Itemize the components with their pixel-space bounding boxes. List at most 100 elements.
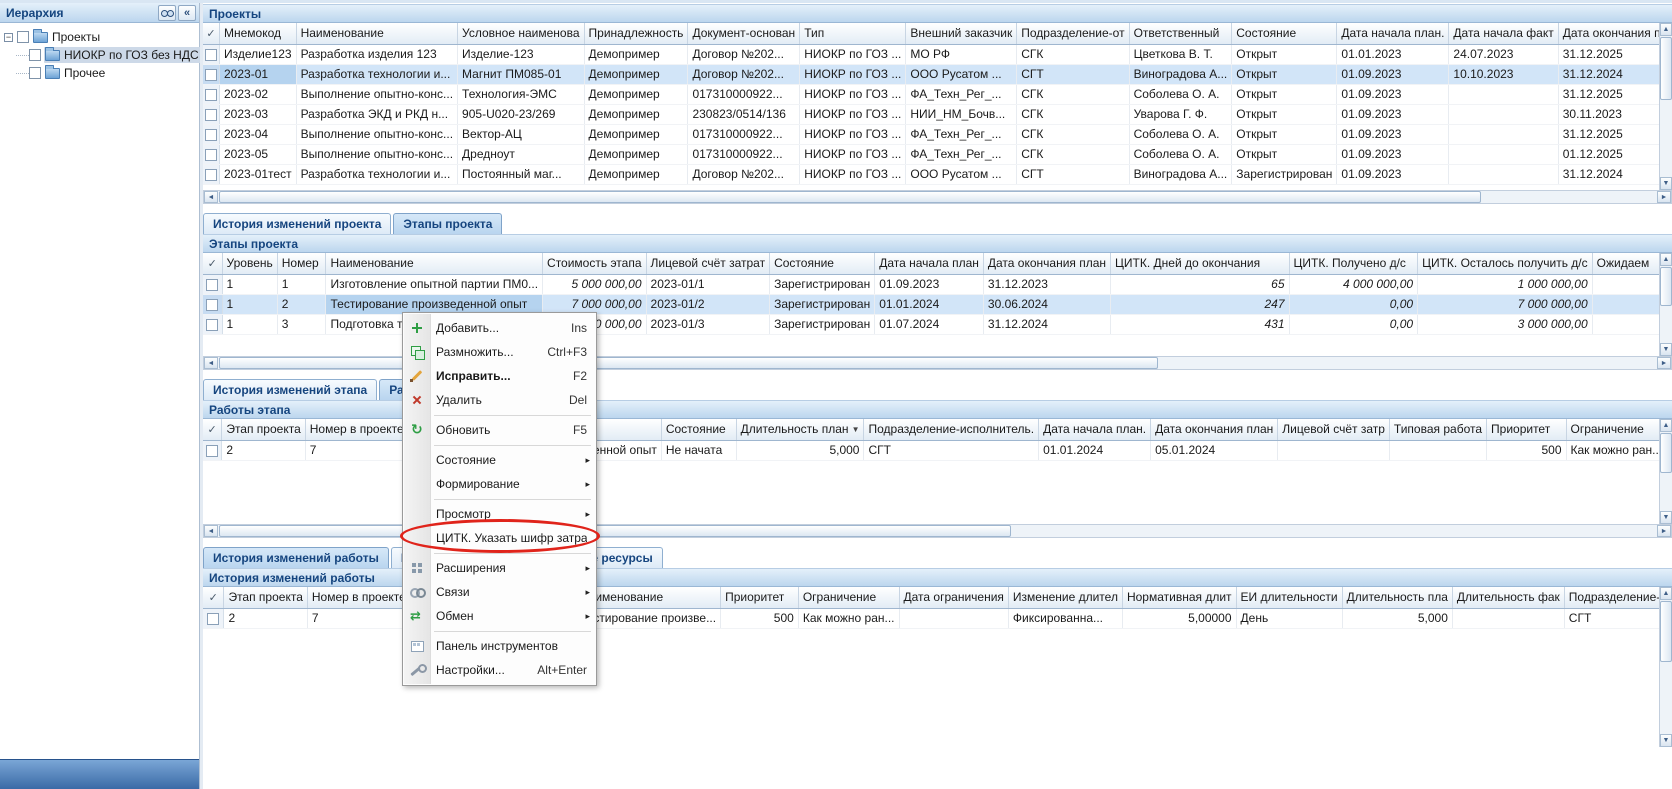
check-column-header[interactable]: ✓ (203, 23, 220, 44)
cell[interactable]: Изготовление опытной партии ПМ0... (326, 274, 543, 294)
row-checkbox-cell[interactable] (203, 84, 220, 104)
column-header[interactable]: Ограничение (798, 587, 899, 608)
row-checkbox-cell[interactable] (203, 440, 222, 460)
check-column-header[interactable]: ✓ (203, 253, 222, 274)
scroll-up-button[interactable] (1660, 587, 1672, 600)
table-row[interactable]: 12Тестирование произведенной опыт7 000 0… (203, 294, 1672, 314)
cell[interactable]: 01.01.2024 (1039, 440, 1151, 460)
cell[interactable]: СГТ (1017, 64, 1129, 84)
vertical-scrollbar[interactable] (1659, 253, 1672, 356)
cell[interactable]: 2023-01тест (220, 164, 297, 184)
menu-item-citk-cost-code[interactable]: ЦИТК. Указать шифр затрат... (404, 526, 595, 550)
cell[interactable]: ООО Русатом ... (906, 64, 1017, 84)
cell[interactable]: 7 000 000,00 (543, 294, 646, 314)
cell[interactable] (1452, 608, 1564, 628)
cell[interactable]: 01.01.2023 (1337, 44, 1449, 64)
cell[interactable]: 5,000 (736, 440, 864, 460)
tree-node[interactable]: Проекты (32, 29, 104, 45)
table-row[interactable]: 2023-04Выполнение опытно-конс...Вектор-А… (203, 124, 1672, 144)
scroll-left-button[interactable] (204, 357, 218, 369)
cell[interactable]: Постоянный маг... (458, 164, 584, 184)
cell[interactable]: 1 (222, 274, 277, 294)
cell[interactable]: СГТ (1017, 164, 1129, 184)
menu-item[interactable]: Состояние▸ (404, 448, 595, 472)
column-header[interactable]: Длительность фак (1452, 587, 1564, 608)
row-checkbox[interactable] (206, 299, 218, 311)
cell[interactable]: Демопример (584, 144, 688, 164)
cell[interactable]: Магнит ПМ085-01 (458, 64, 584, 84)
cell[interactable]: Открыт (1232, 64, 1337, 84)
cell[interactable]: 017310000922... (688, 124, 800, 144)
cell[interactable]: 01.09.2023 (1337, 144, 1449, 164)
row-checkbox-cell[interactable] (203, 294, 222, 314)
column-header[interactable]: Дата начала план. (1337, 23, 1449, 44)
cell[interactable]: 431 (1111, 314, 1289, 334)
scroll-up-button[interactable] (1660, 253, 1672, 266)
cell[interactable]: 500 (1487, 440, 1566, 460)
cell[interactable]: 31.12.2025 (1558, 124, 1665, 144)
column-header[interactable]: Состояние (770, 253, 875, 274)
cell[interactable]: 1 (277, 274, 326, 294)
cell[interactable]: Разработка технологии и... (296, 164, 457, 184)
tree-checkbox[interactable] (17, 31, 29, 43)
cell[interactable]: НИОКР по ГОЗ ... (800, 64, 906, 84)
table-row[interactable]: Изделие123Разработка изделия 123Изделие-… (203, 44, 1672, 64)
cell[interactable]: 24.07.2023 (1449, 44, 1558, 64)
row-checkbox[interactable] (207, 613, 219, 625)
table-row[interactable]: 2023-01Разработка технологии и...Магнит … (203, 64, 1672, 84)
cell[interactable]: Демопример (584, 44, 688, 64)
cell[interactable]: 2023-05 (220, 144, 297, 164)
column-header[interactable]: Подразделение-и (1564, 587, 1671, 608)
scroll-down-button[interactable] (1660, 511, 1672, 524)
cell[interactable]: СГК (1017, 84, 1129, 104)
vertical-scrollbar[interactable] (1659, 419, 1672, 524)
column-header[interactable]: Длительность пла (1342, 587, 1452, 608)
cell[interactable]: 31.12.2023 (983, 274, 1110, 294)
cell[interactable]: 017310000922... (688, 84, 800, 104)
scroll-up-button[interactable] (1660, 23, 1672, 36)
cell[interactable]: НИОКР по ГОЗ ... (800, 144, 906, 164)
cell[interactable]: 01.01.2024 (875, 294, 984, 314)
row-checkbox-cell[interactable] (203, 608, 224, 628)
row-checkbox-cell[interactable] (203, 274, 222, 294)
cell[interactable]: 1 000 000,00 (1418, 274, 1593, 294)
cell[interactable] (1449, 84, 1558, 104)
column-header[interactable]: Наименование (296, 23, 457, 44)
row-checkbox[interactable] (205, 69, 217, 81)
cell[interactable]: Изделие-123 (458, 44, 584, 64)
cell[interactable]: 2 (277, 294, 326, 314)
scroll-thumb[interactable] (1660, 601, 1672, 662)
tree-item[interactable]: Прочее (4, 64, 197, 82)
cell[interactable]: Дредноут (458, 144, 584, 164)
search-button[interactable] (158, 5, 176, 21)
cell[interactable]: Открыт (1232, 124, 1337, 144)
column-header[interactable]: Дата окончания план (1151, 419, 1278, 440)
cell[interactable]: МО РФ (906, 44, 1017, 64)
cell[interactable]: Демопример (584, 84, 688, 104)
cell[interactable]: НИОКР по ГОЗ ... (800, 44, 906, 64)
cell[interactable]: 2023-01/2 (646, 294, 770, 314)
tab-project-stages[interactable]: Этапы проекта (393, 213, 502, 234)
row-checkbox[interactable] (205, 109, 217, 121)
cell[interactable] (1449, 124, 1558, 144)
cell[interactable]: 230823/0514/136 (688, 104, 800, 124)
cell[interactable]: 1 (222, 294, 277, 314)
row-checkbox[interactable] (206, 279, 218, 291)
scroll-right-button[interactable] (1657, 191, 1671, 203)
cell[interactable]: 31.12.2024 (1558, 164, 1665, 184)
tree-checkbox[interactable] (29, 49, 41, 61)
cell[interactable]: Открыт (1232, 144, 1337, 164)
cell[interactable]: Демопример (584, 124, 688, 144)
row-checkbox[interactable] (205, 129, 217, 141)
cell[interactable]: 30.06.2024 (983, 294, 1110, 314)
column-header[interactable]: Длительность план▼ (736, 419, 864, 440)
column-header[interactable]: Лицевой счёт затрат (646, 253, 770, 274)
menu-item[interactable]: ОбновитьF5 (404, 418, 595, 442)
cell[interactable]: 2023-01 (220, 64, 297, 84)
cell[interactable]: СГК (1017, 144, 1129, 164)
row-checkbox[interactable] (205, 49, 217, 61)
cell[interactable]: 5,00000 (1122, 608, 1236, 628)
cell[interactable]: Тестирование произве... (575, 608, 720, 628)
column-header[interactable]: Ответственный (1129, 23, 1232, 44)
cell[interactable]: 01.09.2023 (1337, 84, 1449, 104)
